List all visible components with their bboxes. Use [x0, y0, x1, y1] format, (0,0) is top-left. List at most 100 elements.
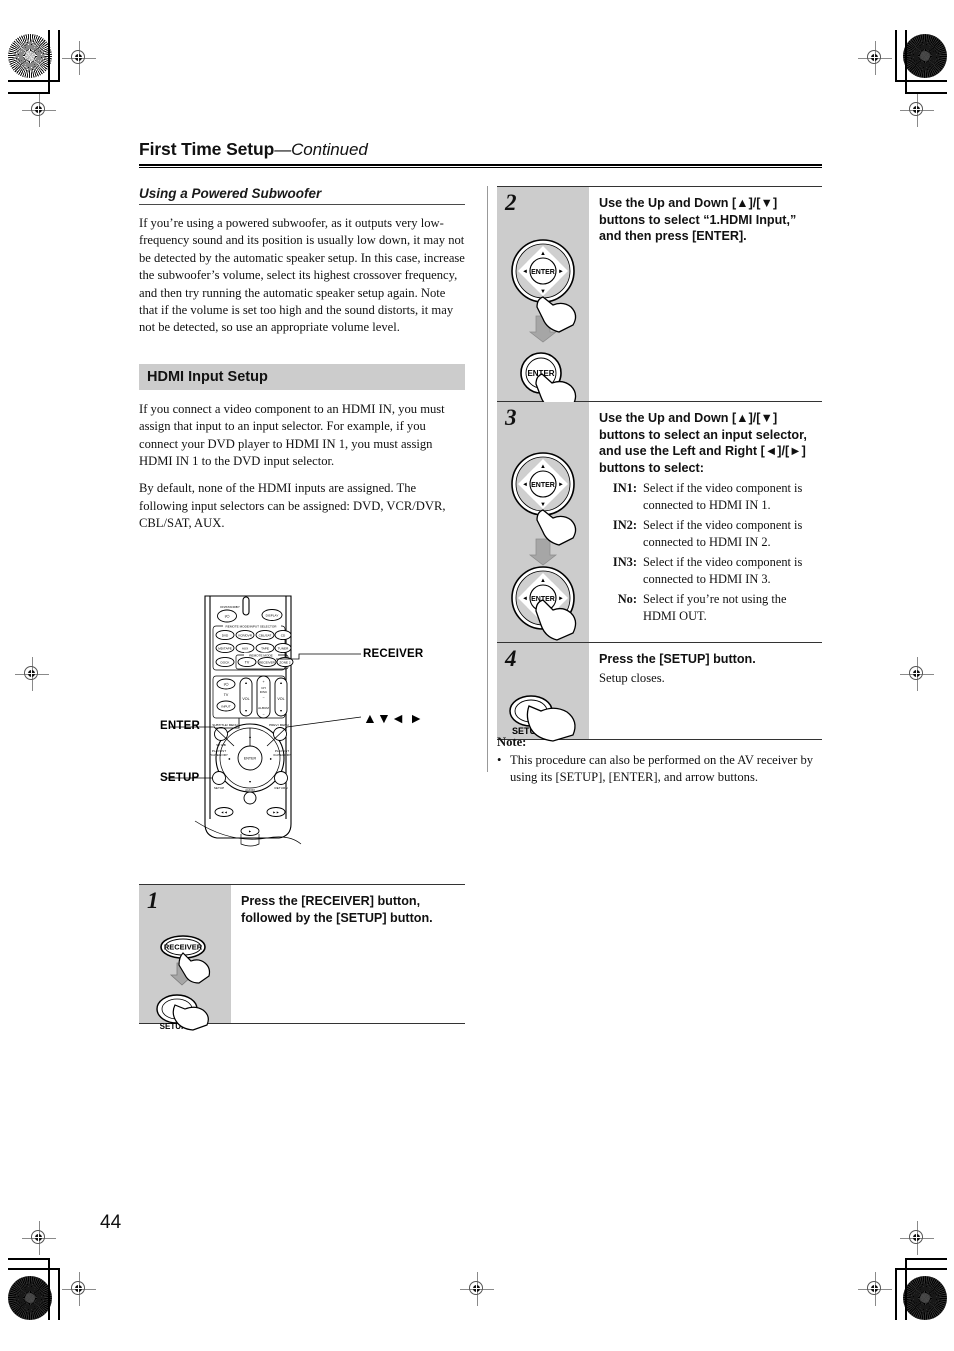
step-number-4: 4 [505, 646, 517, 671]
step-instruction-1: Press the [RECEIVER] button, followed by… [241, 894, 433, 925]
label-on-standby: ON/STANDBY [220, 605, 240, 609]
svg-text:ZONE 2: ZONE 2 [279, 660, 290, 664]
svg-text:ENTER: ENTER [531, 482, 555, 489]
callout-enter: ENTER [160, 720, 200, 732]
title-rule [139, 164, 822, 168]
option-key: IN2: [612, 518, 637, 532]
page-title-main: First Time Setup [139, 139, 275, 159]
step-art-dpad-then-dpad: ENTER ▲ ▼ ◄ ► EN [511, 452, 577, 641]
step-row-2: 2 ENTER ▲ ▼ ◄ ► ENTER Use the Up and Dow… [497, 187, 822, 412]
svg-text:TUNER: TUNER [278, 646, 289, 650]
svg-text:RETURN: RETURN [275, 786, 288, 790]
option-value: Select if the video component is connect… [643, 518, 803, 549]
svg-text:TV: TV [245, 661, 250, 665]
list-item: IN1: Select if the video component is co… [599, 480, 814, 514]
svg-text:ENTER: ENTER [531, 269, 555, 276]
paragraph-hdmi-2: By default, none of the HDMI inputs are … [139, 481, 446, 531]
svg-text:DISC: DISC [260, 690, 268, 694]
step-number-cell-3: 3 ENTER ▲ ▼ ◄ ► ▲ ◄ ► [497, 402, 589, 642]
step-instruction-4: Press the [SETUP] button. [599, 652, 756, 666]
callout-setup: SETUP [160, 772, 200, 784]
svg-text:SETUP: SETUP [214, 786, 224, 790]
step-text-cell-3: Use the Up and Down [▲]/[▼] buttons to s… [589, 402, 822, 642]
option-value: Select if the video component is connect… [643, 481, 803, 512]
page-title: First Time Setup—Continued [139, 139, 822, 160]
svg-text:▼: ▼ [540, 289, 546, 295]
svg-text:ENTER: ENTER [244, 757, 257, 761]
svg-text:◄: ◄ [522, 596, 528, 602]
step-instruction-3: Use the Up and Down [▲]/[▼] buttons to s… [599, 411, 807, 475]
dpad-wheel-art-top: ENTER ▲ ▼ ◄ ► [511, 452, 575, 516]
step-text-cell-1: Press the [RECEIVER] button, followed by… [231, 885, 465, 1023]
option-key: IN1: [612, 481, 637, 495]
column-divider [487, 186, 488, 772]
svg-text:►: ► [558, 482, 564, 488]
svg-text:VOL: VOL [242, 697, 249, 701]
option-key: No: [617, 592, 637, 606]
svg-text:▼: ▼ [540, 502, 546, 508]
step-number-cell-4: 4 SETUP [497, 643, 589, 742]
svg-text:▼: ▼ [279, 709, 283, 713]
label-audio: AUDIO [245, 788, 255, 792]
page-number: 44 [100, 1212, 122, 1233]
note-title: Note: [497, 735, 527, 749]
svg-text:►: ► [558, 596, 564, 602]
svg-text:CBL/SAT: CBL/SAT [259, 633, 272, 637]
svg-text:▲: ▲ [540, 251, 546, 257]
bullet-icon: • [497, 753, 502, 767]
svg-text:/CATEGORY: /CATEGORY [210, 753, 228, 757]
paragraph-subwoofer: If you’re using a powered subwoofer, as … [139, 216, 465, 335]
svg-text:►►: ►► [272, 811, 279, 815]
step-text-cell-4: Press the [SETUP] button. Setup closes. [589, 643, 822, 739]
button-audio [243, 791, 257, 805]
page-title-continued: —Continued [274, 140, 368, 159]
svg-text:AUX: AUX [242, 646, 248, 650]
step-number-1: 1 [147, 888, 159, 913]
svg-text:−: − [262, 713, 264, 717]
svg-text:▲: ▲ [540, 464, 546, 470]
button-return [274, 771, 288, 785]
label-prev-menu: PREV./ MENU [269, 723, 289, 727]
svg-text:▲: ▲ [244, 681, 248, 685]
step-art-dpad-then-enter: ENTER ▲ ▼ ◄ ► ENTER [511, 239, 577, 412]
svg-text:▼: ▼ [248, 780, 252, 784]
step-table-1: 1 RECEIVER SETUP Press the [RECEIVER] bu… [139, 884, 465, 1031]
note-item: • This procedure can also be performed o… [497, 752, 822, 786]
svg-text:INPUT: INPUT [221, 704, 230, 708]
svg-text:TAPE: TAPE [261, 646, 269, 650]
svg-text:CD: CD [281, 633, 286, 637]
svg-text:►: ► [248, 830, 252, 834]
svg-text:◄◄: ◄◄ [220, 811, 227, 815]
list-item: IN2: Select if the video component is co… [599, 517, 814, 551]
step-art-receiver-then-setup: RECEIVER SETUP [156, 935, 211, 1031]
svg-text:RECEIVER: RECEIVER [164, 943, 203, 952]
step-row-1: 1 RECEIVER SETUP Press the [RECEIVER] bu… [139, 885, 465, 1031]
left-column: Using a Powered Subwoofer If you’re usin… [139, 186, 465, 543]
svg-text:I/⏻: I/⏻ [225, 615, 230, 619]
manual-page: First Time Setup—Continued Using a Power… [0, 0, 954, 1351]
step-table-right: 2 ENTER ▲ ▼ ◄ ► ENTER Use the Up and Dow… [497, 186, 822, 742]
step-row-3: 3 ENTER ▲ ▼ ◄ ► ▲ ◄ ► Use the Up and Dow… [497, 402, 822, 643]
svg-text:▲: ▲ [279, 681, 283, 685]
svg-text:ALBUM: ALBUM [258, 706, 269, 710]
step-number-2: 2 [505, 190, 517, 215]
svg-text:MD/TAPE: MD/TAPE [218, 646, 232, 650]
svg-text:◄: ◄ [522, 269, 528, 275]
step-text-cell-2: Use the Up and Down [▲]/[▼] buttons to s… [589, 187, 822, 401]
list-item: No: Select if you’re not using the HDMI … [599, 591, 814, 625]
svg-text:TV: TV [224, 693, 229, 697]
svg-text:◄: ◄ [227, 757, 231, 761]
note-text: This procedure can also be performed on … [510, 753, 814, 785]
svg-text:VCR/DVR: VCR/DVR [238, 633, 253, 637]
callout-receiver: RECEIVER [363, 648, 424, 660]
svg-text:VOL: VOL [277, 697, 284, 701]
svg-text:−: − [262, 696, 264, 700]
step-instruction-2: Use the Up and Down [▲]/[▼] buttons to s… [599, 196, 797, 243]
paragraph-hdmi-1: If you connect a video component to an H… [139, 401, 445, 469]
svg-text:DOCK: DOCK [221, 660, 231, 664]
svg-text:►: ► [269, 757, 273, 761]
label-remote-mode: REMOTE MODE [249, 654, 272, 658]
option-key: IN3: [612, 555, 637, 569]
svg-text:DISPLAY: DISPLAY [266, 614, 279, 618]
svg-text:◄: ◄ [522, 482, 528, 488]
